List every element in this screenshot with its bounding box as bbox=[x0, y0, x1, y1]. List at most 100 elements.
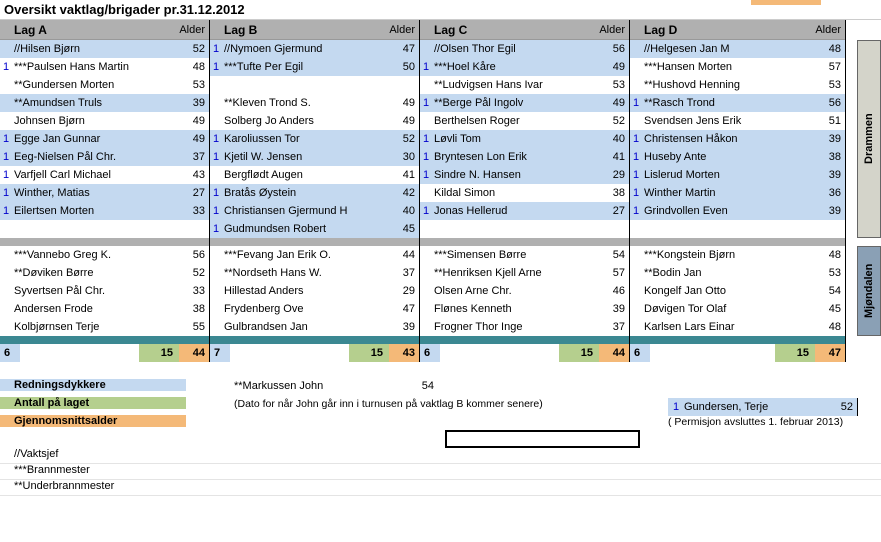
row-marker: 1 bbox=[420, 97, 432, 109]
person-age: 27 bbox=[601, 205, 629, 217]
gundersen-row: 1 Gundersen, Terje 52 bbox=[668, 398, 858, 416]
section-divider bbox=[210, 238, 419, 246]
row-marker: 1 bbox=[0, 133, 12, 145]
legend-area: Redningsdykkere Antall på laget Gjennoms… bbox=[0, 362, 881, 496]
person-name: Løvli Tom bbox=[432, 133, 601, 145]
person-name: **Amundsen Truls bbox=[12, 97, 181, 109]
row-marker: 1 bbox=[210, 43, 222, 55]
person-age: 37 bbox=[391, 267, 419, 279]
person-age: 36 bbox=[817, 187, 845, 199]
row-marker: 1 bbox=[630, 205, 642, 217]
row-marker: 1 bbox=[210, 133, 222, 145]
person-age: 52 bbox=[181, 43, 209, 55]
row-marker: 1 bbox=[210, 61, 222, 73]
team-header: Lag AAlder bbox=[0, 20, 209, 40]
person-age: 38 bbox=[181, 303, 209, 315]
person-row: Kongelf Jan Otto54 bbox=[630, 282, 845, 300]
person-age: 47 bbox=[391, 43, 419, 55]
person-age: 50 bbox=[391, 61, 419, 73]
person-age: 52 bbox=[601, 115, 629, 127]
teal-divider bbox=[420, 336, 629, 344]
person-name: **Ludvigsen Hans Ivar bbox=[432, 79, 601, 91]
person-age: 40 bbox=[391, 205, 419, 217]
person-row: Døvigen Tor Olaf45 bbox=[630, 300, 845, 318]
person-row: 1Winther Martin36 bbox=[630, 184, 845, 202]
person-row: **Henriksen Kjell Arne57 bbox=[420, 264, 629, 282]
person-row: 1Winther, Matias27 bbox=[0, 184, 209, 202]
section-divider bbox=[630, 238, 845, 246]
teal-divider bbox=[210, 336, 419, 344]
person-age: 53 bbox=[601, 79, 629, 91]
selected-cell[interactable] bbox=[445, 430, 640, 448]
person-age: 48 bbox=[181, 61, 209, 73]
person-age: 37 bbox=[601, 321, 629, 333]
row-marker: 1 bbox=[0, 205, 12, 217]
person-row: **Amundsen Truls39 bbox=[0, 94, 209, 112]
person-row: Berthelsen Roger52 bbox=[420, 112, 629, 130]
teal-divider bbox=[0, 336, 209, 344]
age-header: Alder bbox=[171, 24, 209, 36]
row-marker: 1 bbox=[420, 61, 432, 73]
person-age: 42 bbox=[391, 187, 419, 199]
person-row: 1**Berge Pål Ingolv49 bbox=[420, 94, 629, 112]
legend-gjennom: Gjennomsnittsalder bbox=[0, 415, 186, 427]
person-age: 47 bbox=[391, 303, 419, 315]
note-brannmester: ***Brannmester bbox=[0, 464, 881, 480]
person-name: **Bodin Jan bbox=[642, 267, 817, 279]
person-name: ***Hoel Kåre bbox=[432, 61, 601, 73]
person-name: Olsen Arne Chr. bbox=[432, 285, 601, 297]
person-age: 30 bbox=[391, 151, 419, 163]
person-name: Gulbrandsen Jan bbox=[222, 321, 391, 333]
section-divider bbox=[420, 238, 629, 246]
person-name: Lislerud Morten bbox=[642, 169, 817, 181]
summary-avg: 44 bbox=[179, 344, 209, 362]
person-name: ***Kongstein Bjørn bbox=[642, 249, 817, 261]
person-row: 1Sindre N. Hansen29 bbox=[420, 166, 629, 184]
person-age: 39 bbox=[817, 133, 845, 145]
person-age: 49 bbox=[181, 115, 209, 127]
team-summary: 61547 bbox=[630, 344, 845, 362]
person-name: **Nordseth Hans W. bbox=[222, 267, 391, 279]
person-row: 1//Nymoen Gjermund47 bbox=[210, 40, 419, 58]
person-row: 1Bratås Øystein42 bbox=[210, 184, 419, 202]
person-age: 56 bbox=[181, 249, 209, 261]
person-name: Frydenberg Ove bbox=[222, 303, 391, 315]
person-row: 1Jonas Hellerud27 bbox=[420, 202, 629, 220]
person-name: Kolbjørnsen Terje bbox=[12, 321, 181, 333]
person-age: 27 bbox=[181, 187, 209, 199]
team-name: Lag B bbox=[210, 23, 381, 37]
summary-count: 6 bbox=[420, 344, 440, 362]
legend-redning: Redningsdykkere bbox=[0, 379, 186, 391]
person-age: 53 bbox=[817, 267, 845, 279]
person-name: ***Paulsen Hans Martin bbox=[12, 61, 181, 73]
summary-total: 15 bbox=[559, 344, 599, 362]
team-name: Lag D bbox=[630, 23, 807, 37]
summary-count: 6 bbox=[0, 344, 20, 362]
note-vaktsjef: //Vaktsjef bbox=[0, 448, 881, 464]
markussen-age: 54 bbox=[404, 380, 434, 392]
team-column: Lag CAlder//Olsen Thor Egil561***Hoel Kå… bbox=[420, 20, 630, 362]
team-header: Lag CAlder bbox=[420, 20, 629, 40]
person-age: 38 bbox=[601, 187, 629, 199]
person-name: **Gundersen Morten bbox=[12, 79, 181, 91]
section-divider bbox=[0, 238, 209, 246]
person-age: 46 bbox=[601, 285, 629, 297]
person-row: ***Hansen Morten57 bbox=[630, 58, 845, 76]
person-row: **Døviken Børre52 bbox=[0, 264, 209, 282]
person-name: Winther, Matias bbox=[12, 187, 181, 199]
person-name: Kildal Simon bbox=[432, 187, 601, 199]
person-name: Grindvollen Even bbox=[642, 205, 817, 217]
dato-note: (Dato for når John går inn i turnusen på… bbox=[234, 398, 543, 410]
row-marker: 1 bbox=[420, 205, 432, 217]
teal-divider bbox=[630, 336, 845, 344]
person-row bbox=[630, 220, 845, 238]
person-age: 49 bbox=[601, 61, 629, 73]
person-name: Christensen Håkon bbox=[642, 133, 817, 145]
person-age: 48 bbox=[817, 321, 845, 333]
person-row: 1Lislerud Morten39 bbox=[630, 166, 845, 184]
person-row: Solberg Jo Anders49 bbox=[210, 112, 419, 130]
person-age: 53 bbox=[181, 79, 209, 91]
person-row: 1**Rasch Trond56 bbox=[630, 94, 845, 112]
person-name: ***Simensen Børre bbox=[432, 249, 601, 261]
person-name: **Døviken Børre bbox=[12, 267, 181, 279]
